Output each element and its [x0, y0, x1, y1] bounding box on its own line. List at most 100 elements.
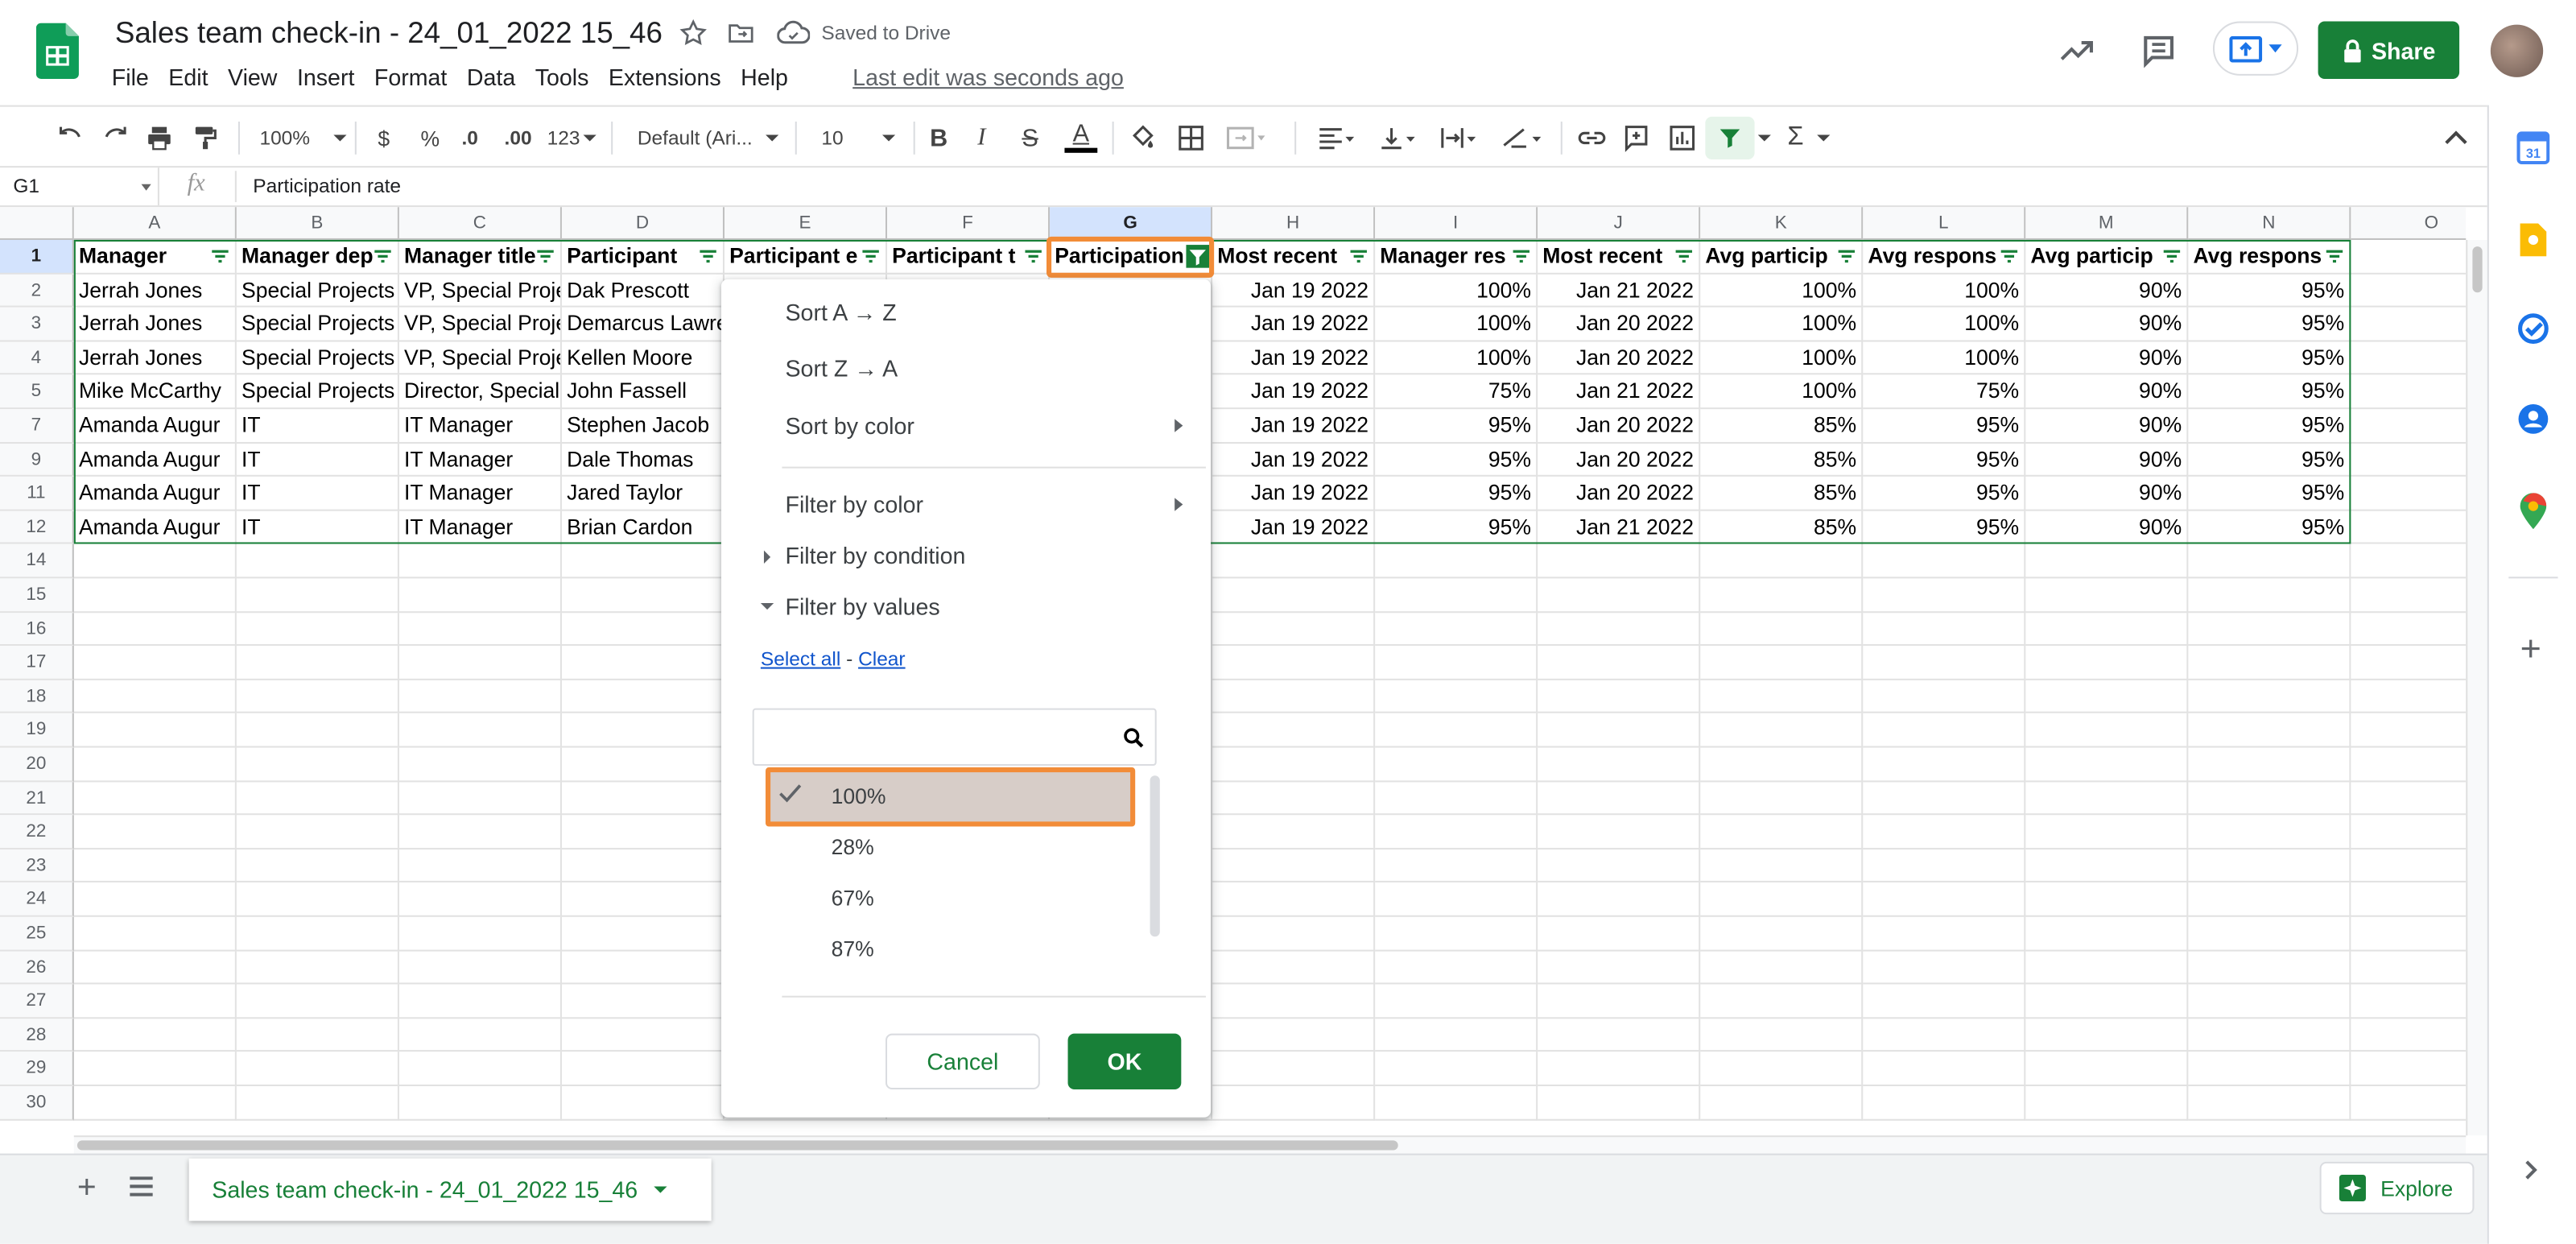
empty-cell[interactable]	[561, 849, 724, 883]
row-header[interactable]: 23	[0, 849, 74, 883]
empty-cell[interactable]	[1863, 984, 2026, 1019]
empty-cell[interactable]	[1212, 815, 1376, 849]
filter-icon[interactable]	[535, 246, 555, 266]
empty-cell[interactable]	[2188, 680, 2351, 714]
empty-cell[interactable]	[1375, 1018, 1538, 1052]
data-cell[interactable]: 85%	[1700, 443, 1864, 477]
data-cell[interactable]: Amanda Augur	[73, 443, 237, 477]
empty-cell[interactable]	[2351, 443, 2467, 477]
empty-cell[interactable]	[1375, 646, 1538, 680]
empty-cell[interactable]	[1538, 713, 1701, 748]
empty-cell[interactable]	[236, 950, 399, 985]
data-cell[interactable]: IT Manager	[398, 409, 562, 444]
empty-cell[interactable]	[2351, 985, 2467, 1019]
empty-cell[interactable]	[398, 950, 562, 985]
empty-cell[interactable]	[1538, 612, 1701, 647]
row-header[interactable]: 2	[0, 273, 74, 308]
data-cell[interactable]: 90%	[2025, 308, 2189, 342]
empty-cell[interactable]	[1375, 578, 1538, 613]
data-cell[interactable]: 95%	[1375, 409, 1538, 444]
row-header[interactable]: 27	[0, 984, 74, 1019]
empty-cell[interactable]	[1700, 950, 1864, 985]
empty-cell[interactable]	[1863, 1085, 2026, 1120]
data-cell[interactable]: Jan 20 2022	[1538, 308, 1701, 342]
activity-trend-icon[interactable]	[2057, 31, 2096, 71]
data-cell[interactable]: Jan 19 2022	[1212, 308, 1376, 342]
column-header-g[interactable]: G	[1050, 207, 1213, 240]
add-addon-icon[interactable]: +	[2520, 630, 2541, 667]
filter-icon[interactable]	[1705, 116, 1755, 159]
empty-cell[interactable]	[561, 747, 724, 782]
empty-cell[interactable]	[1375, 781, 1538, 816]
data-cell[interactable]: IT	[236, 477, 399, 511]
sheet-tab[interactable]: Sales team check-in - 24_01_2022 15_46	[188, 1158, 712, 1221]
data-cell[interactable]: 95%	[1863, 443, 2026, 477]
column-header-c[interactable]: C	[398, 207, 562, 240]
row-header[interactable]: 18	[0, 680, 74, 714]
data-cell[interactable]: 100%	[1375, 308, 1538, 342]
explore-button[interactable]: Explore	[2319, 1161, 2475, 1215]
data-cell[interactable]: 95%	[1375, 443, 1538, 477]
empty-cell[interactable]	[2351, 612, 2467, 647]
empty-cell[interactable]	[2188, 544, 2351, 579]
empty-cell[interactable]	[1212, 747, 1376, 782]
empty-cell[interactable]	[2025, 950, 2189, 985]
empty-cell[interactable]	[398, 747, 562, 782]
filter-icon[interactable]	[2000, 246, 2019, 266]
data-cell[interactable]: 100%	[1375, 273, 1538, 308]
data-cell[interactable]: 100%	[1375, 341, 1538, 376]
data-cell[interactable]: IT	[236, 443, 399, 477]
data-cell[interactable]: Director, Special	[398, 375, 562, 410]
empty-cell[interactable]	[1212, 646, 1376, 680]
empty-cell[interactable]	[236, 815, 399, 849]
redo-icon[interactable]	[100, 122, 130, 155]
maps-icon[interactable]	[2520, 493, 2547, 530]
data-cell[interactable]: IT	[236, 510, 399, 545]
empty-cell[interactable]	[1212, 713, 1376, 748]
empty-cell[interactable]	[2351, 680, 2467, 714]
empty-cell[interactable]	[2025, 544, 2189, 579]
font-size-select[interactable]: 10	[821, 122, 896, 155]
insert-link-icon[interactable]	[1575, 122, 1608, 155]
row-header[interactable]: 25	[0, 916, 74, 951]
data-cell[interactable]: 75%	[1863, 375, 2026, 410]
data-cell[interactable]: 100%	[1863, 341, 2026, 376]
empty-cell[interactable]	[561, 1052, 724, 1086]
empty-cell[interactable]	[1375, 612, 1538, 647]
document-title[interactable]: Sales team check-in - 24_01_2022 15_46	[115, 16, 663, 51]
row-header[interactable]: 15	[0, 578, 74, 613]
empty-cell[interactable]	[2351, 544, 2467, 579]
data-cell[interactable]: Jan 21 2022	[1538, 273, 1701, 308]
insert-comment-icon[interactable]	[1621, 122, 1651, 155]
empty-cell[interactable]	[1538, 916, 1701, 951]
empty-cell[interactable]	[398, 815, 562, 849]
row-header[interactable]: 9	[0, 443, 74, 477]
empty-cell[interactable]	[1212, 781, 1376, 816]
empty-cell[interactable]	[1212, 680, 1376, 714]
data-cell[interactable]: Amanda Augur	[73, 477, 237, 511]
empty-cell[interactable]	[2025, 1085, 2189, 1120]
keep-icon[interactable]	[2519, 223, 2549, 257]
data-cell[interactable]: 90%	[2025, 273, 2189, 308]
collapse-toolbar-icon[interactable]	[2445, 122, 2468, 155]
empty-cell[interactable]	[1863, 781, 2026, 816]
empty-cell[interactable]	[1863, 849, 2026, 883]
merge-cells-icon[interactable]	[1222, 122, 1268, 155]
menu-tools[interactable]: Tools	[525, 63, 598, 93]
empty-cell[interactable]	[1212, 882, 1376, 917]
select-all-link[interactable]: Select all	[761, 647, 840, 671]
empty-cell[interactable]	[1375, 815, 1538, 849]
add-sheet-icon[interactable]: +	[77, 1170, 97, 1208]
data-cell[interactable]: 95%	[1863, 477, 2026, 511]
data-cell[interactable]: 90%	[2025, 409, 2189, 444]
empty-cell[interactable]	[1863, 815, 2026, 849]
empty-cell[interactable]	[1375, 747, 1538, 782]
empty-cell[interactable]	[561, 646, 724, 680]
empty-cell[interactable]	[236, 849, 399, 883]
data-cell[interactable]: 95%	[1863, 510, 2026, 545]
empty-cell[interactable]	[1375, 544, 1538, 579]
data-cell[interactable]: 95%	[2188, 510, 2351, 545]
empty-cell[interactable]	[398, 916, 562, 951]
comments-icon[interactable]	[2139, 31, 2178, 71]
empty-cell[interactable]	[561, 578, 724, 613]
